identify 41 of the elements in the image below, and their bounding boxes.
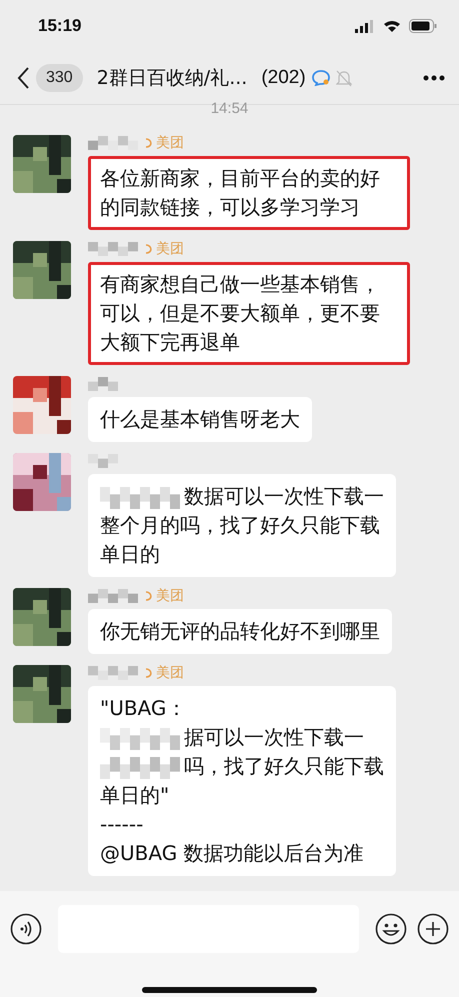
mosaic-drawing [88, 136, 138, 150]
more-icon[interactable] [423, 75, 445, 81]
chat-title: 2群日百收纳/礼... [96, 66, 248, 91]
mosaic-drawing [88, 377, 118, 391]
emoji-icon[interactable] [375, 913, 407, 945]
wifi-icon [383, 20, 401, 32]
mosaic-drawing [88, 242, 138, 256]
battery-icon [409, 19, 437, 33]
sender-tag: 美团 [156, 588, 184, 604]
tag-icon [144, 243, 154, 255]
timestamp: 14:54 [210, 105, 250, 117]
member-count: (202) [261, 67, 306, 89]
message-text: "UBAG： [100, 696, 186, 720]
back-icon[interactable] [16, 66, 30, 90]
voice-icon[interactable] [10, 913, 42, 945]
tag-icon [144, 667, 154, 679]
mosaic-drawing [88, 666, 138, 680]
status-time: 15:19 [38, 16, 82, 36]
sender-tag: 美团 [156, 665, 184, 681]
message-text: 有商家想自己做一些基本销售，可以，但是不要大额单，更不要大额下完再退单 [100, 272, 380, 354]
signal-icon [355, 20, 375, 32]
message-text: 单日的" [100, 783, 170, 807]
add-icon[interactable] [417, 913, 449, 945]
message-text: 什么是基本销售呀老大 [100, 407, 300, 431]
message-text: 吗，找了好久只能下载 [184, 754, 384, 778]
unread-count[interactable]: 330 [36, 64, 83, 92]
tag-icon [144, 137, 154, 149]
message-text: 据可以一次性下载一 [184, 725, 364, 749]
sender-tag: 美团 [156, 241, 184, 257]
mosaic-drawing [88, 589, 138, 603]
chat-bubble-icon [312, 70, 330, 86]
sender-tag: 美团 [156, 135, 184, 151]
mosaic-drawing [88, 454, 118, 468]
tag-icon [144, 590, 154, 602]
message-text: 整个月的吗，找了好久只能下载 [100, 513, 380, 537]
message-text: @UBAG 数据功能以后台为准 [100, 841, 364, 865]
message-text: 各位新商家，目前平台的卖的好的同款链接，可以多学习学习 [100, 166, 380, 219]
message-text: 数据可以一次性下载一 [184, 484, 384, 508]
message-text: 单日的 [100, 542, 160, 566]
message-text: ------ [100, 812, 144, 836]
message-text: 你无销无评的品转化好不到哪里 [100, 619, 380, 643]
